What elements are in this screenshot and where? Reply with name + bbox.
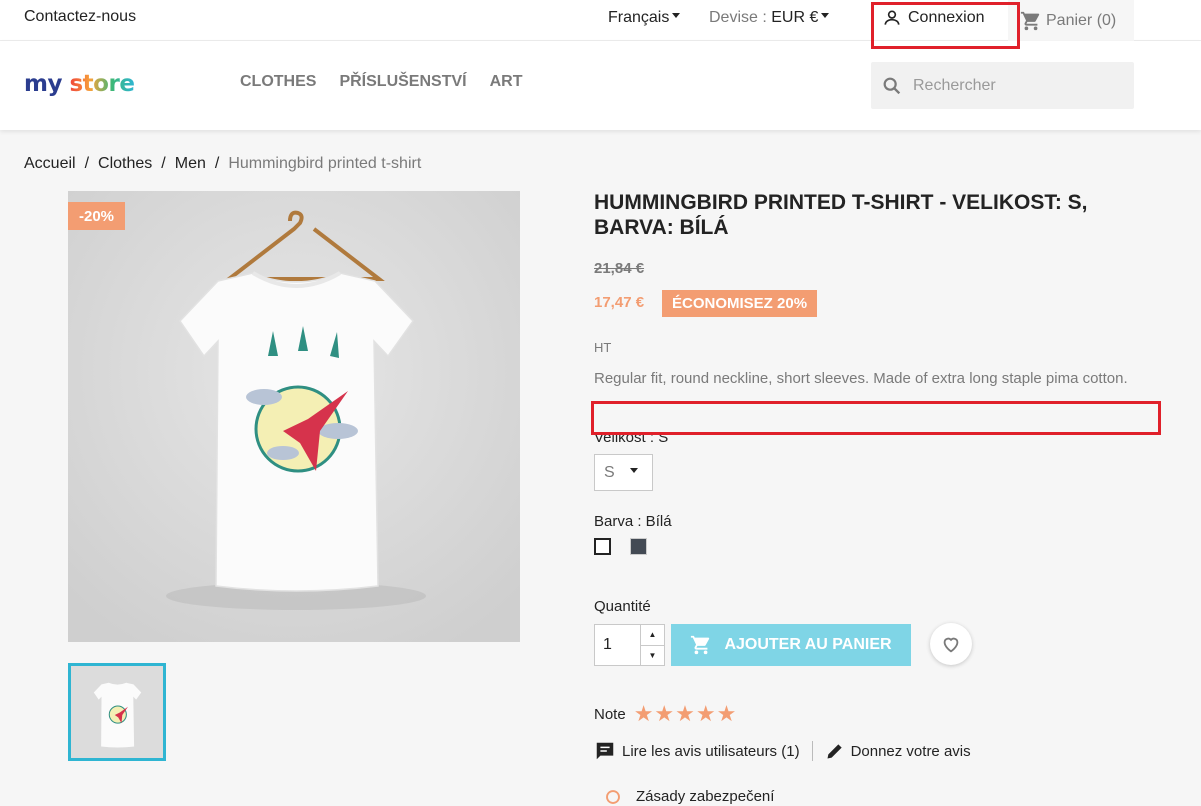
breadcrumb-clothes[interactable]: Clothes (98, 155, 152, 173)
nav-item-clothes[interactable]: CLOTHES (240, 73, 316, 91)
nav-item-art[interactable]: ART (490, 73, 523, 91)
pencil-icon (827, 744, 842, 759)
search-icon[interactable] (881, 75, 903, 97)
discount-flag: -20% (68, 202, 125, 230)
rating-label: Note (594, 705, 626, 723)
chevron-down-icon (672, 13, 681, 19)
color-label: Barva : Bílá (594, 513, 672, 530)
logo-text-my: my (24, 71, 62, 97)
rating-stars: ★★★★★ (633, 701, 738, 726)
quantity-input[interactable]: 1 (595, 625, 640, 665)
current-price: 17,47 € (594, 294, 645, 311)
highlight-box-description (591, 401, 1161, 435)
currency-value: EUR € (771, 9, 819, 26)
wishlist-button[interactable] (930, 623, 972, 665)
top-bar: Contactez-nous Français Devise : EUR € C… (0, 0, 1201, 41)
search-input[interactable] (911, 75, 1111, 96)
language-selector[interactable]: Français (608, 9, 681, 27)
chevron-down-icon (821, 13, 830, 19)
quantity-up-icon[interactable]: ▲ (641, 625, 664, 645)
read-reviews-link[interactable]: Lire les avis utilisateurs (1) (622, 743, 800, 760)
store-logo[interactable]: my store (24, 71, 135, 97)
currency-selector[interactable]: Devise : EUR € (709, 9, 830, 27)
color-swatch-white[interactable] (594, 538, 611, 555)
heart-icon (943, 637, 959, 653)
comment-icon (596, 742, 614, 760)
product-description: Regular fit, round neckline, short sleev… (594, 370, 1128, 387)
reassurance-policy: Zásady zabezpečení (604, 788, 774, 806)
breadcrumb-separator: / (214, 155, 220, 172)
breadcrumb: Accueil / Clothes / Men / Hummingbird print… (24, 155, 421, 173)
quantity-stepper: 1 ▲ ▼ (594, 624, 665, 666)
main-nav: CLOTHES PŘÍSLUŠENSTVÍ ART (240, 73, 522, 91)
tshirt-image (68, 191, 520, 642)
contact-link[interactable]: Contactez-nous (24, 8, 136, 26)
quantity-label: Quantité (594, 598, 651, 615)
chevron-down-icon (629, 468, 638, 473)
breadcrumb-men[interactable]: Men (175, 155, 206, 173)
highlight-box-login (871, 2, 1020, 49)
cart-label: Panier (0) (1046, 11, 1117, 29)
add-to-cart-button[interactable]: AJOUTER AU PANIER (671, 624, 911, 666)
logo-text-store: store (69, 71, 135, 97)
size-select-value: S (604, 463, 615, 481)
tshirt-thumbnail-image (71, 666, 163, 758)
currency-label: Devise : (709, 9, 767, 26)
product-cover-image[interactable] (68, 191, 520, 642)
discount-badge: ÉCONOMISEZ 20% (662, 290, 818, 317)
size-select[interactable]: S (594, 454, 653, 491)
divider (811, 741, 813, 761)
quantity-down-icon[interactable]: ▼ (641, 644, 664, 666)
cart-icon (691, 635, 710, 655)
quantity-arrows: ▲ ▼ (640, 625, 664, 665)
product-title: Hummingbird printed t-shirt - Velikost: … (594, 191, 1088, 239)
regular-price: 21,84 € (594, 260, 645, 277)
breadcrumb-separator: / (161, 155, 166, 172)
breadcrumb-current: Hummingbird printed t-shirt (228, 155, 422, 172)
rating-row: Note ★★★★★ (594, 701, 737, 727)
product-thumbnail[interactable] (68, 663, 166, 761)
cart-link[interactable]: Panier (0) (1008, 0, 1134, 41)
cart-icon (1020, 11, 1040, 30)
nav-item-accessories[interactable]: PŘÍSLUŠENSTVÍ (339, 73, 466, 91)
reviews-row: Lire les avis utilisateurs (1) Donnez vo… (594, 740, 971, 762)
add-to-cart-label: AJOUTER AU PANIER (724, 636, 892, 653)
breadcrumb-separator: / (84, 155, 90, 172)
breadcrumb-home[interactable]: Accueil (24, 155, 76, 173)
search-box (871, 62, 1134, 109)
write-review-link[interactable]: Donnez votre avis (851, 743, 971, 760)
language-label: Français (608, 9, 670, 26)
shield-icon (606, 790, 620, 804)
color-swatch-black[interactable] (630, 538, 647, 555)
policy-label: Zásady zabezpečení (636, 788, 775, 805)
main-header: my store CLOTHES PŘÍSLUŠENSTVÍ ART (0, 41, 1201, 130)
tax-label: HT (594, 340, 612, 355)
